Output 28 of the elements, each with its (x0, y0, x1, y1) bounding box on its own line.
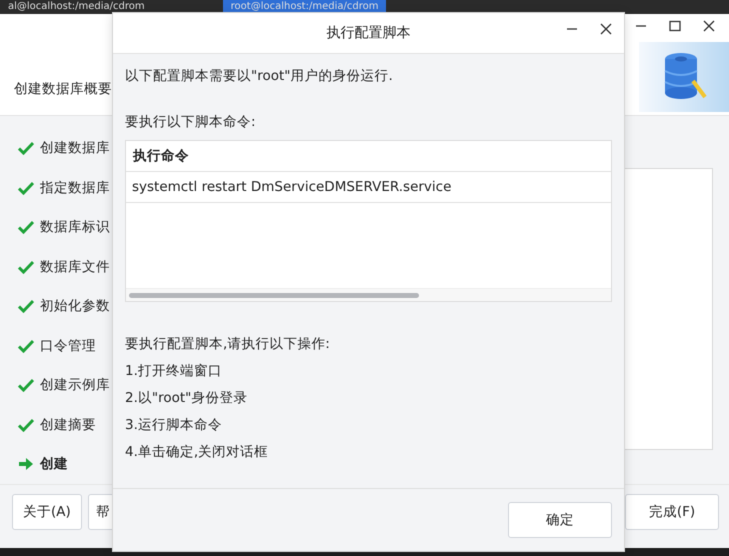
step-label: 指定数据库 (40, 178, 110, 197)
step-label: 数据库文件 (40, 258, 110, 276)
close-icon[interactable] (600, 23, 612, 35)
ok-button[interactable]: 确定 (508, 502, 612, 538)
table-cell: systemctl restart DmServiceDMSERVER.service (126, 172, 611, 203)
step-label: 创建摘要 (40, 416, 96, 434)
step-label: 创建示例库 (40, 376, 110, 394)
step-label: 口令管理 (40, 336, 96, 355)
wizard-button[interactable]: 关于(A) (12, 494, 82, 530)
terminal-tab[interactable]: al@localhost:/media/cdrom (0, 0, 153, 14)
commands-label: 要执行以下脚本命令: (125, 113, 257, 132)
maximize-icon[interactable] (669, 20, 681, 32)
dialog-title: 执行配置脚本 (326, 24, 410, 42)
step-label: 创建 (40, 455, 68, 474)
instruction-step: 3.运行脚本命令 (125, 415, 612, 435)
page-heading: 创建数据库概要 (14, 80, 112, 98)
step-label: 数据库标识 (40, 218, 110, 236)
instruction-step: 1.打开终端窗口 (125, 361, 612, 381)
column-header: 执行命令 (126, 141, 611, 172)
scrollbar-thumb[interactable] (129, 292, 419, 298)
instruction-step: 4.单击确定,关闭对话框 (125, 442, 612, 462)
finish-button[interactable]: 完成(F) (625, 494, 719, 530)
intro-text: 以下配置脚本需要以"root"用户的身份运行. (125, 67, 394, 86)
instruction-step: 2.以"root"身份登录 (125, 388, 612, 408)
close-icon[interactable] (703, 20, 715, 32)
step-label: 创建数据库 (40, 139, 110, 158)
steps-heading: 要执行配置脚本,请执行以下操作: (125, 335, 331, 354)
step-label: 初始化参数 (40, 297, 110, 316)
